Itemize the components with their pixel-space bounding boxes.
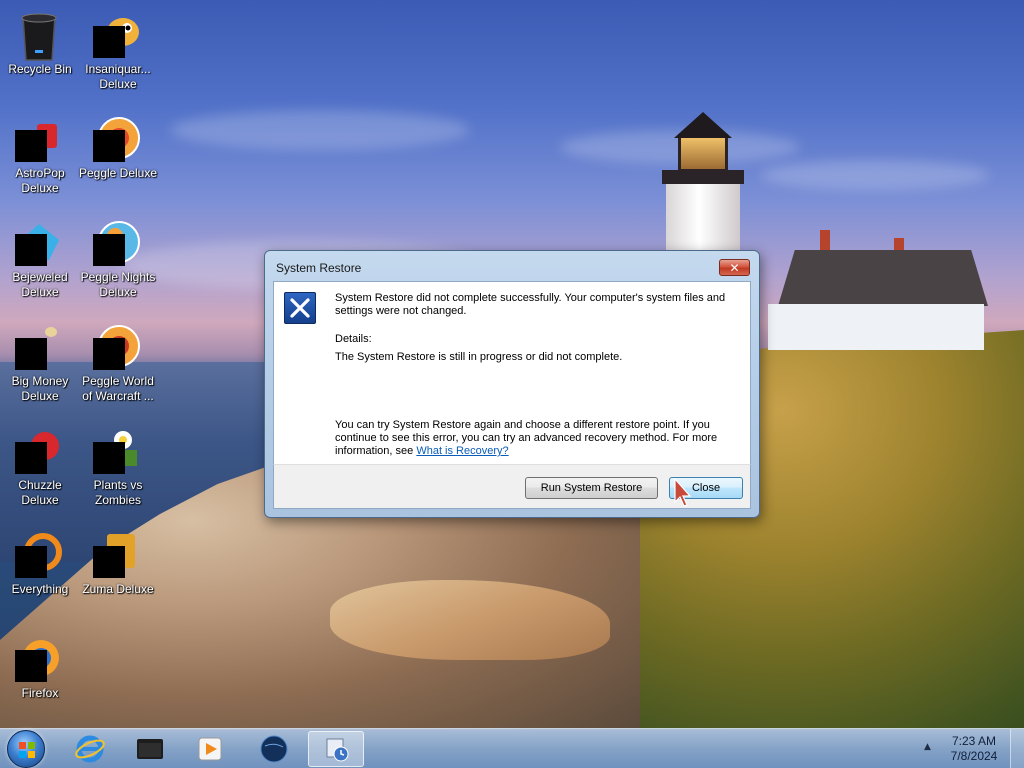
run-system-restore-button[interactable]: Run System Restore	[525, 477, 658, 499]
advice-text: You can try System Restore again and cho…	[335, 419, 735, 458]
taskbar-globe[interactable]	[246, 731, 302, 767]
dialog-title: System Restore	[276, 261, 362, 275]
taskbar-internet-explorer[interactable]	[62, 731, 118, 767]
everything-icon	[15, 530, 63, 578]
taskbar-media-player[interactable]	[182, 731, 238, 767]
desktop-icon-recycle-bin[interactable]: Recycle Bin	[0, 4, 80, 104]
show-desktop-button[interactable]	[1010, 729, 1024, 768]
taskbar-clock[interactable]: 7:23 AM 7/8/2024	[944, 734, 1004, 764]
taskbar-file-explorer[interactable]	[122, 731, 178, 767]
globe-icon	[260, 735, 288, 763]
desktop-icon-chuzzle[interactable]: Chuzzle Deluxe	[0, 420, 80, 520]
tray-expand-icon[interactable]: ▲	[924, 742, 931, 752]
dialog-body: System Restore did not complete successf…	[273, 281, 751, 465]
file-explorer-icon	[137, 739, 163, 759]
lighthouse	[662, 106, 744, 250]
error-icon	[284, 292, 316, 324]
peggle-wow-icon	[93, 322, 141, 370]
desktop-icon-grid: Recycle Bin Insaniquar... Deluxe AstroPo…	[0, 0, 170, 720]
desktop-icon-firefox[interactable]: Firefox	[0, 628, 80, 728]
insaniquarium-icon	[93, 10, 141, 58]
desktop-icon-zuma[interactable]: Zuma Deluxe	[78, 524, 158, 624]
plants-vs-zombies-icon	[93, 426, 141, 474]
details-text: The System Restore is still in progress …	[335, 351, 623, 363]
desktop-icon-peggle[interactable]: Peggle Deluxe	[78, 108, 158, 208]
desktop-icon-insaniquarium[interactable]: Insaniquar... Deluxe	[78, 4, 158, 104]
clock-time: 7:23 AM	[951, 734, 997, 748]
close-icon[interactable]: ✕	[719, 259, 750, 276]
start-button[interactable]	[7, 730, 45, 768]
zuma-icon	[93, 530, 141, 578]
desktop-icon-peggle-nights[interactable]: Peggle Nights Deluxe	[78, 212, 158, 312]
desktop-icon-astropop[interactable]: AstroPop Deluxe	[0, 108, 80, 208]
system-restore-icon	[326, 738, 349, 762]
error-message: System Restore did not complete successf…	[335, 292, 726, 317]
desktop-icon-big-money[interactable]: Big Money Deluxe	[0, 316, 80, 416]
advice-body: You can try System Restore again and cho…	[335, 419, 718, 457]
house	[758, 230, 988, 350]
bejeweled-icon	[15, 218, 63, 266]
chuzzle-icon	[15, 426, 63, 474]
desktop-icon-bejeweled[interactable]: Bejeweled Deluxe	[0, 212, 80, 312]
internet-explorer-icon	[75, 735, 105, 763]
desktop-icon-peggle-wow[interactable]: Peggle World of Warcraft ...	[78, 316, 158, 416]
desktop-icon-everything[interactable]: Everything	[0, 524, 80, 624]
taskbar-system-restore[interactable]	[308, 731, 364, 767]
details-label: Details:	[335, 333, 372, 345]
windows-flag-icon	[19, 742, 35, 758]
big-money-icon	[15, 322, 63, 370]
peggle-icon	[93, 114, 141, 162]
peggle-nights-icon	[93, 218, 141, 266]
astropop-icon	[15, 114, 63, 162]
mouse-cursor-icon	[674, 477, 694, 508]
taskbar: ▲ 7:23 AM 7/8/2024	[0, 728, 1024, 768]
desktop-icon-plants-vs-zombies[interactable]: Plants vs Zombies	[78, 420, 158, 520]
media-player-icon	[198, 737, 222, 761]
firefox-icon	[15, 634, 63, 682]
recycle-bin-icon	[15, 10, 63, 61]
clock-date: 7/8/2024	[950, 749, 998, 763]
what-is-recovery-link[interactable]: What is Recovery?	[416, 445, 508, 457]
